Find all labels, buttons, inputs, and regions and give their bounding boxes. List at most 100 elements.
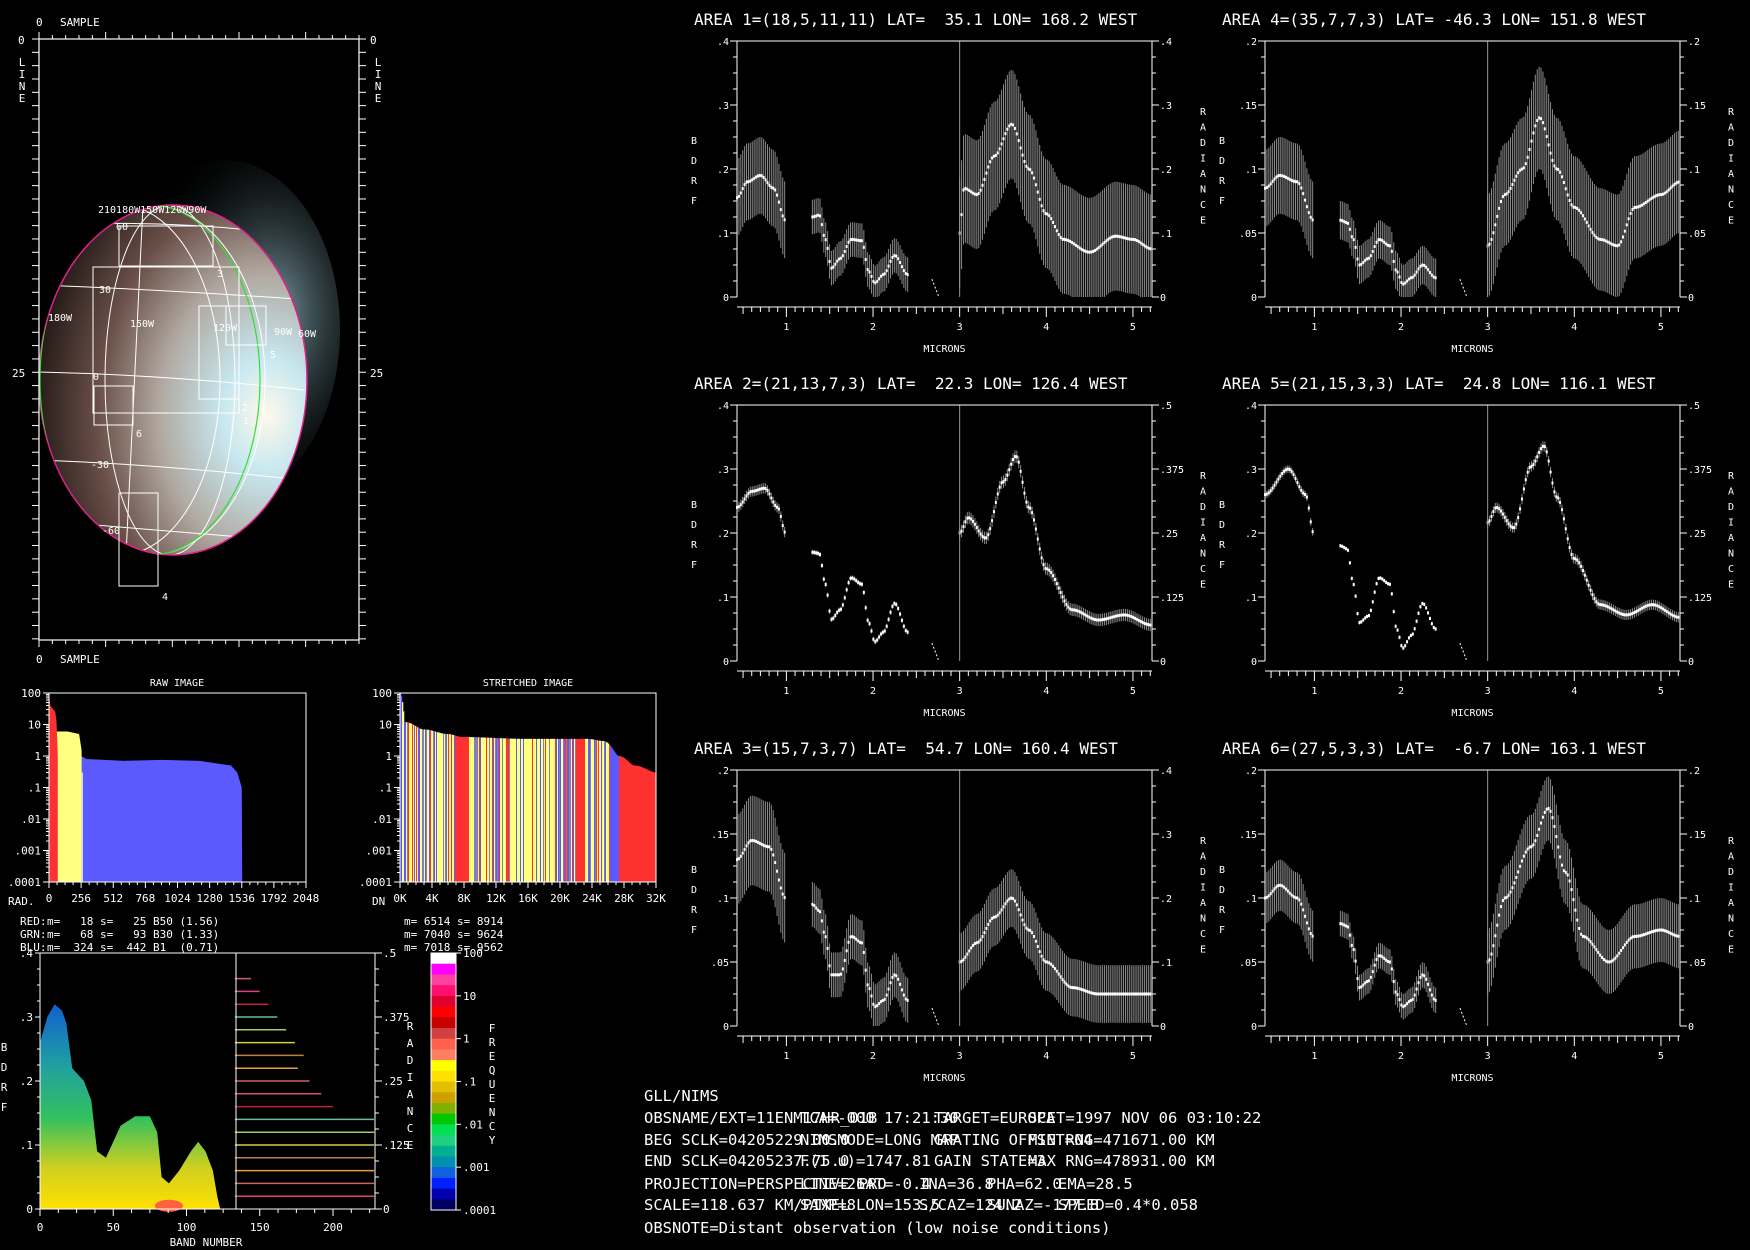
radiance-point [1593,233,1596,237]
radiance-point [975,193,978,197]
bdrf-label: BDRF [1219,500,1226,571]
bdrf-point [1269,489,1272,493]
bdrf-point [1311,218,1314,222]
x-tick-label: 2 [870,322,876,333]
radiance-point [1574,206,1577,210]
left-tick-label: .2 [1245,529,1257,540]
x-tick-label: 1 [783,1051,789,1062]
bdrf-point [1417,611,1420,615]
bdrf-point [758,487,761,491]
radiance-point [1057,586,1060,590]
bdrf-point [1385,242,1388,246]
bdrf-point [834,262,837,266]
bdrf-label-letter: D [1219,156,1225,167]
radiance-point [1092,249,1095,253]
bdrf-point [1385,580,1388,584]
x-tick-label: 512 [103,892,123,905]
bdrf-point [893,253,896,257]
radiance-point [1543,810,1546,814]
radiance-point [1667,611,1670,615]
bdrf-point [1402,1005,1405,1009]
x-tick-label: 0K [393,892,407,905]
colorbar-tick-label: .001 [463,1161,490,1174]
radiance-point [1059,591,1062,595]
radiance-point [1141,992,1144,996]
radiance-point [1644,604,1647,608]
bdrf-point [830,617,833,621]
bdrf-point [1404,1004,1407,1008]
bdrf-point [868,270,871,274]
bdrf-point [751,838,754,842]
left-tick-label: .2 [1245,766,1257,777]
bdrf-point [1360,620,1363,624]
bdrf-point [764,178,767,182]
area-label: 5 [270,350,276,361]
bdrf-point [906,273,909,277]
image-panel[interactable]: 210180W150W120W90W 180W 150W 120W 90W 60… [12,16,383,666]
radiance-point [983,536,986,540]
left-tick-label: .2 [717,766,729,777]
bdrf-tail [931,642,940,662]
radiance-point [1042,209,1045,213]
radiance-point [1492,510,1495,514]
bdrf-point [1421,973,1424,977]
sample-axis-bottom: SAMPLE [60,653,100,666]
radiance-point [1562,869,1565,873]
radiance-point [1122,613,1125,617]
radiance-point [1507,893,1510,897]
bdrf-point [760,174,763,178]
radiance-point [1099,992,1102,996]
bdrf-point [770,847,773,851]
bdrf-point [745,844,748,848]
bdrf-point [1369,254,1372,258]
bdrf-point [1371,249,1374,253]
radiance-point [1103,240,1106,244]
radiance-point [1509,186,1512,190]
radiance-point [1114,614,1117,618]
bdrf-point [1381,239,1384,243]
x-tick-label: 16K [518,892,538,905]
bdrf-label: BDRF [1219,865,1226,936]
bdrf-label-letter: R [691,176,698,187]
bdrf-point [853,238,856,242]
radiance-point [1662,607,1665,611]
colorbar-swatch [431,1177,456,1190]
radiance-label: RADIANCE [1728,471,1735,591]
bdrf-point [1425,977,1428,981]
lon-label: 180W [48,313,73,324]
radiance-point [1042,563,1045,567]
bdrf-label-letter: R [691,905,698,916]
radiance-point [1677,615,1680,619]
bdrf-point [824,583,827,587]
radiance-point [1040,204,1043,208]
bdrf-point [826,946,829,950]
hist-series-red [49,693,58,882]
radiance-point [1128,992,1131,996]
spectrum-panel-area-3: AREA 3=(15,7,3,7) LAT= 54.7 LON= 160.4 W… [691,739,1207,1084]
lon-labels-top: 210180W150W120W90W [98,205,207,216]
radiance-label-letter: E [1728,580,1734,591]
image-view[interactable]: 210180W150W120W90W 180W 150W 120W 90W 60… [20,160,340,587]
bdrf-point [1300,902,1303,906]
bdrf-point [1286,889,1289,893]
bdrf-point [1406,279,1409,283]
radiance-point [1031,931,1034,935]
radiance-point [1090,250,1093,254]
bdrf-point [859,582,862,586]
radiance-label-letter: D [1200,867,1206,878]
spectrum-title: AREA 6=(27,5,3,3) LAT= -6.7 LON= 163.1 W… [1222,739,1646,758]
radiance-point [992,510,995,514]
bdrf-point [1343,923,1346,927]
radiance-point [1538,450,1541,454]
bdrf-point [1290,469,1293,473]
radiance-point [1126,992,1129,996]
bdrf-point [768,492,771,496]
area-label: 6 [136,429,142,440]
x-tick-label: 5 [1658,1051,1664,1062]
bdrf-label-letter: R [1219,176,1226,187]
radiance-point [1633,611,1636,615]
radiance-point [1031,171,1034,175]
radiance-label-letter: E [1728,216,1734,227]
radiance-point [1082,612,1085,616]
left-tick-label: .15 [1239,830,1257,841]
